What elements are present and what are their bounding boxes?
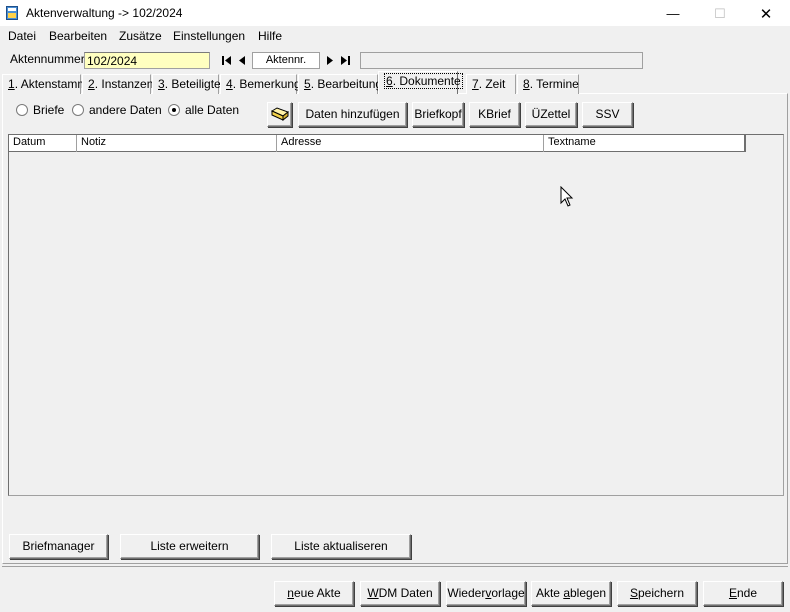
radio-andere-daten-dot[interactable] — [72, 104, 84, 116]
grid-header: Datum Notiz Adresse Textname — [9, 135, 745, 152]
tab-bearbeitung[interactable]: 5. Bearbeitung — [298, 74, 382, 94]
tab-aktenstamm[interactable]: 1. Aktenstamm — [2, 74, 87, 94]
nav-first-button[interactable] — [219, 52, 234, 69]
menu-zusaetze[interactable]: Zusätze — [119, 29, 162, 43]
tab-termine[interactable]: 8. Termine — [517, 74, 579, 94]
minimize-button[interactable]: — — [650, 0, 696, 27]
liste-aktualisieren-button[interactable]: Liste aktualiseren — [271, 534, 411, 559]
tab-zeit[interactable]: 7. Zeit — [466, 74, 516, 94]
nav-next-button[interactable] — [322, 52, 337, 69]
speichern-button[interactable]: Speichern — [617, 581, 697, 606]
aktennummer-label: Aktennummer : — [10, 52, 92, 66]
nav-first-icon — [222, 56, 231, 65]
nav-prev-button[interactable] — [235, 52, 250, 69]
menu-einstellungen[interactable]: Einstellungen — [173, 29, 245, 43]
tab-bemerkung[interactable]: 4. Bemerkung — [220, 74, 301, 94]
daten-hinzufuegen-button[interactable]: Daten hinzufügen — [298, 102, 407, 127]
column-header-adresse[interactable]: Adresse — [277, 135, 544, 152]
radio-andere-daten-label: andere Daten — [89, 103, 162, 117]
nav-next-icon — [327, 56, 333, 65]
neue-akte-button[interactable]: neue Akte — [274, 581, 354, 606]
menu-datei[interactable]: Datei — [8, 29, 36, 43]
menu-hilfe[interactable]: Hilfe — [258, 29, 282, 43]
radio-briefe-dot[interactable] — [16, 104, 28, 116]
radio-andere-daten[interactable]: andere Daten — [72, 103, 162, 117]
column-header-textname[interactable]: Textname — [544, 135, 745, 152]
column-header-notiz[interactable]: Notiz — [77, 135, 277, 152]
tab-beteiligte[interactable]: 3. Beteiligte — [152, 74, 221, 94]
radio-briefe[interactable]: Briefe — [16, 103, 64, 117]
briefkopf-button[interactable]: Briefkopf — [412, 102, 464, 127]
kbrief-button[interactable]: KBrief — [469, 102, 520, 127]
menu-bearbeiten[interactable]: Bearbeiten — [49, 29, 107, 43]
briefmanager-button[interactable]: Briefmanager — [9, 534, 108, 559]
wdm-daten-button[interactable]: WDM Daten — [360, 581, 440, 606]
close-button[interactable]: ✕ — [743, 0, 789, 27]
open-folder-button[interactable] — [267, 102, 292, 127]
ende-button[interactable]: Ende — [703, 581, 783, 606]
mouse-cursor-icon — [560, 186, 574, 207]
grid-header-end — [744, 135, 746, 152]
column-header-datum[interactable]: Datum — [9, 135, 77, 152]
minimize-icon: — — [666, 6, 680, 21]
uezettel-button[interactable]: ÜZettel — [525, 102, 577, 127]
liste-erweitern-button[interactable]: Liste erweitern — [120, 534, 259, 559]
radio-alle-daten-label: alle Daten — [185, 103, 240, 117]
app-icon — [6, 6, 18, 20]
akten-info-field — [360, 52, 643, 69]
nav-last-button[interactable] — [338, 52, 353, 69]
nav-prev-icon — [239, 56, 245, 65]
radio-alle-daten[interactable]: alle Daten — [168, 103, 239, 117]
akte-ablegen-button[interactable]: Akte ablegen — [531, 581, 611, 606]
close-icon: ✕ — [759, 5, 773, 23]
radio-alle-daten-dot[interactable] — [168, 104, 180, 116]
aktennummer-input[interactable] — [84, 52, 210, 69]
tab-dokumente[interactable]: 6. Dokumente — [378, 71, 463, 94]
maximize-button[interactable]: ☐ — [697, 0, 743, 27]
wiedervorlage-button[interactable]: Wiedervorlage — [446, 581, 526, 606]
nav-aktennr-field[interactable]: Aktennr. — [252, 52, 320, 69]
folder-icon — [270, 107, 289, 122]
maximize-icon: ☐ — [714, 5, 726, 21]
radio-briefe-label: Briefe — [33, 103, 65, 117]
window-title: Aktenverwaltung -> 102/2024 — [26, 6, 183, 20]
ssv-button[interactable]: SSV — [582, 102, 633, 127]
documents-grid[interactable] — [8, 134, 784, 496]
nav-last-icon — [341, 56, 350, 65]
tab-instanzen[interactable]: 2. Instanzen — [82, 74, 153, 94]
